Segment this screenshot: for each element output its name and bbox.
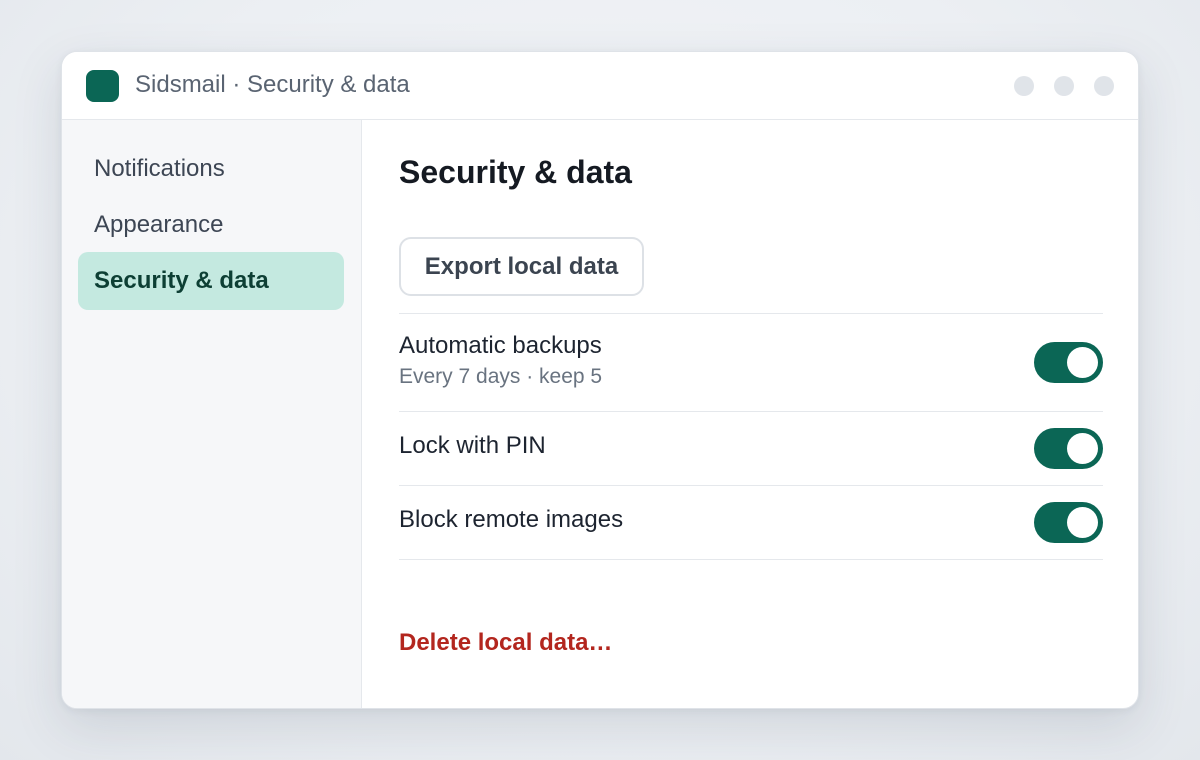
toggle-knob bbox=[1067, 347, 1098, 378]
window-control-dot[interactable] bbox=[1094, 76, 1114, 96]
window-control-dot[interactable] bbox=[1054, 76, 1074, 96]
app-logo-icon bbox=[86, 70, 119, 102]
setting-sublabel-automatic-backups: Every 7 days · keep 5 bbox=[399, 365, 603, 388]
setting-label-lock-with-pin: Lock with PIN bbox=[399, 432, 546, 459]
settings-sidebar: Notifications Appearance Security & data bbox=[62, 120, 362, 708]
lock-with-pin-toggle[interactable] bbox=[1034, 428, 1103, 469]
sidebar-item-security-data[interactable]: Security & data bbox=[78, 252, 344, 310]
delete-local-data-link[interactable]: Delete local data… bbox=[399, 629, 612, 657]
setting-label-block-remote-images: Block remote images bbox=[399, 506, 624, 533]
title-bar: Sidsmail · Security & data bbox=[62, 52, 1138, 120]
divider bbox=[399, 559, 1103, 560]
setting-label-automatic-backups: Automatic backups bbox=[399, 332, 602, 359]
sidebar-item-notifications[interactable]: Notifications bbox=[78, 140, 344, 198]
window-control-dot[interactable] bbox=[1014, 76, 1034, 96]
divider bbox=[399, 411, 1103, 412]
divider bbox=[399, 313, 1103, 314]
toggle-knob bbox=[1067, 433, 1098, 464]
settings-window: Sidsmail · Security & data Notifications… bbox=[61, 51, 1139, 709]
sidebar-item-appearance[interactable]: Appearance bbox=[78, 196, 344, 254]
automatic-backups-toggle[interactable] bbox=[1034, 342, 1103, 383]
divider bbox=[399, 485, 1103, 486]
toggle-knob bbox=[1067, 507, 1098, 538]
block-remote-images-toggle[interactable] bbox=[1034, 502, 1103, 543]
settings-panel: Security & data Export local data Automa… bbox=[362, 120, 1138, 708]
export-local-data-button[interactable]: Export local data bbox=[399, 237, 644, 296]
page-title: Security & data bbox=[399, 154, 632, 190]
window-title: Sidsmail · Security & data bbox=[135, 71, 410, 98]
